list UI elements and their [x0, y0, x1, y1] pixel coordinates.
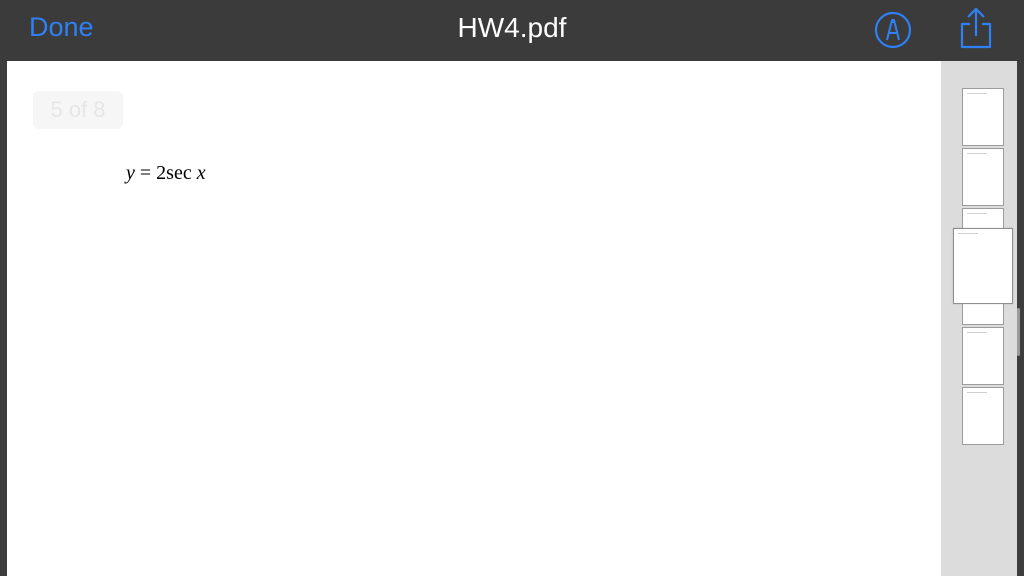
thumbnail-page-1[interactable]	[962, 88, 1004, 146]
thumbnail-text-lines	[967, 332, 987, 334]
markup-pen-icon	[874, 11, 912, 49]
thumbnail-sidebar[interactable]	[941, 61, 1017, 576]
equation: y = 2sec x	[126, 162, 206, 185]
toolbar: Done HW4.pdf	[0, 0, 1024, 61]
share-button[interactable]	[956, 6, 996, 52]
thumbnail-page-7[interactable]	[962, 387, 1004, 445]
equation-coefficient: 2sec	[156, 162, 192, 184]
thumbnail-text-lines	[967, 93, 987, 95]
share-icon	[960, 7, 992, 49]
thumbnail-page-2[interactable]	[962, 148, 1004, 206]
page-indicator: 5 of 8	[33, 91, 123, 129]
thumbnail-scroll-indicator[interactable]	[1017, 308, 1020, 356]
thumbnail-text-lines	[967, 153, 987, 155]
pdf-page[interactable]: 5 of 8 y = 2sec x	[7, 61, 941, 576]
equation-equals: =	[134, 162, 157, 184]
thumbnail-text-lines	[958, 233, 978, 235]
document-title: HW4.pdf	[457, 12, 567, 43]
thumbnail-text-lines	[967, 392, 987, 394]
thumbnail-page-6[interactable]	[962, 327, 1004, 385]
thumbnail-text-lines	[967, 213, 987, 215]
thumbnail-page-5-current[interactable]	[953, 228, 1013, 304]
equation-argument: x	[196, 162, 206, 184]
markup-button[interactable]	[873, 10, 913, 50]
equation-lhs: y	[126, 162, 135, 184]
